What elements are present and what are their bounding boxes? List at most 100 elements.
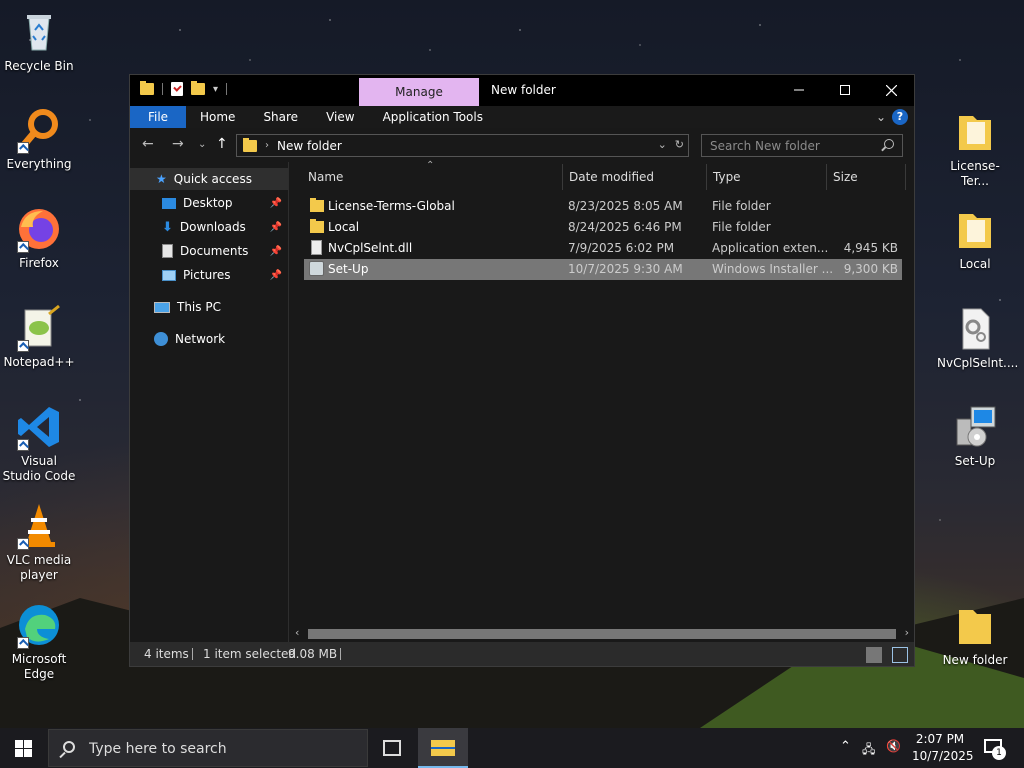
desktop-icon-recycle-bin[interactable]: Recycle Bin: [1, 8, 77, 74]
desktop-icon-edge[interactable]: Microsoft Edge: [1, 601, 77, 682]
column-header-date[interactable]: Date modified: [569, 170, 654, 184]
nav-item-this-pc[interactable]: This PC: [130, 296, 288, 318]
table-row[interactable]: NvCplSelnt.dll 7/9/2025 6:02 PM Applicat…: [304, 238, 902, 259]
scroll-right-icon[interactable]: ›: [905, 626, 909, 639]
nav-item-pictures[interactable]: Pictures 📌: [130, 264, 288, 286]
breadcrumb-new-folder[interactable]: New folder: [277, 139, 342, 153]
nav-item-desktop[interactable]: Desktop 📌: [130, 192, 288, 214]
customize-toolbar-dropdown-icon[interactable]: ▾: [213, 84, 218, 95]
taskbar-file-explorer-button[interactable]: [418, 728, 468, 768]
pin-icon[interactable]: 📌: [270, 198, 282, 209]
file-type: File folder: [712, 220, 771, 234]
desktop-icon-label: New folder: [942, 653, 1008, 667]
breadcrumb-chevron-icon[interactable]: ›: [265, 140, 269, 151]
help-icon[interactable]: ?: [892, 109, 908, 125]
desktop-icon-vscode[interactable]: Visual Studio Code: [1, 403, 77, 484]
forward-arrow-icon[interactable]: →: [172, 136, 184, 152]
maximize-icon: [840, 85, 850, 95]
column-divider[interactable]: [826, 164, 827, 190]
pin-icon[interactable]: 📌: [270, 222, 282, 233]
dll-file-icon: [951, 305, 999, 353]
volume-muted-icon[interactable]: 🔇: [886, 739, 901, 753]
minimize-button[interactable]: [776, 75, 822, 105]
desktop-icon-notepadpp[interactable]: Notepad++: [1, 304, 77, 370]
taskbar-search-input[interactable]: [89, 739, 349, 759]
nav-item-label: Network: [175, 332, 226, 346]
back-arrow-icon[interactable]: ←: [142, 136, 154, 152]
recycle-bin-icon: [15, 8, 63, 56]
new-folder-icon[interactable]: [191, 81, 205, 95]
recent-locations-chevron-icon[interactable]: ⌄: [198, 139, 206, 150]
desktop-icon-setup[interactable]: Set-Up: [937, 403, 1013, 469]
column-divider[interactable]: [706, 164, 707, 190]
column-divider[interactable]: [905, 164, 906, 190]
ribbon-controls: ⌄ ?: [876, 109, 908, 125]
sort-ascending-icon: ⌃: [426, 160, 435, 171]
tab-share[interactable]: Share: [249, 106, 312, 128]
task-view-icon[interactable]: [383, 740, 401, 756]
search-input[interactable]: [702, 135, 872, 156]
scroll-left-icon[interactable]: ‹: [295, 626, 299, 639]
table-row-selected[interactable]: Set-Up 10/7/2025 9:30 AM Windows Install…: [304, 259, 902, 280]
desktop-icon-dll-file[interactable]: NvCplSelnt....: [937, 305, 1018, 371]
file-name: NvCplSelnt.dll: [328, 241, 413, 255]
nav-item-label: Pictures: [183, 268, 231, 282]
network-status-icon[interactable]: 🖧: [862, 740, 875, 761]
horizontal-scrollbar[interactable]: ‹ ›: [290, 625, 914, 642]
system-clock[interactable]: 2:07 PM 10/7/2025: [912, 731, 974, 765]
desktop-icon-label: Everything: [6, 157, 72, 171]
download-arrow-icon: ⬇: [162, 219, 173, 235]
desktop-icon-local-folder[interactable]: Local: [937, 206, 1013, 272]
nav-item-downloads[interactable]: ⬇ Downloads 📌: [130, 216, 288, 238]
column-divider[interactable]: [562, 164, 563, 190]
tab-manage[interactable]: Manage: [359, 78, 479, 106]
search-box[interactable]: [701, 134, 903, 157]
nav-item-quick-access[interactable]: ★ Quick access: [130, 168, 288, 190]
windows-start-icon[interactable]: [15, 740, 33, 757]
tab-view[interactable]: View: [312, 106, 368, 128]
properties-icon[interactable]: [171, 82, 183, 96]
show-hidden-icons-chevron-icon[interactable]: ⌃: [840, 739, 851, 754]
desktop-icon-license-folder[interactable]: License-Ter...: [937, 108, 1013, 189]
large-icons-view-icon[interactable]: [892, 647, 908, 663]
desktop-icon-new-folder[interactable]: New folder: [937, 602, 1013, 668]
scroll-thumb[interactable]: [308, 629, 896, 639]
file-name: Local: [328, 220, 360, 234]
up-arrow-icon[interactable]: ↑: [216, 136, 228, 152]
nav-item-network[interactable]: Network: [130, 328, 288, 350]
tab-application-tools[interactable]: Application Tools: [369, 106, 497, 128]
address-history-chevron-icon[interactable]: ⌄: [658, 138, 667, 151]
expand-ribbon-chevron-icon[interactable]: ⌄: [876, 110, 886, 124]
table-row[interactable]: License-Terms-Global 8/23/2025 8:05 AM F…: [304, 196, 902, 217]
nav-item-label: Downloads: [179, 220, 246, 234]
maximize-button[interactable]: [822, 75, 868, 105]
desktop-icon-everything[interactable]: Everything: [1, 106, 77, 172]
tab-file[interactable]: File: [130, 106, 186, 128]
tab-home[interactable]: Home: [186, 106, 249, 128]
desktop-icon-vlc[interactable]: VLC media player: [1, 502, 77, 583]
network-icon: [154, 332, 168, 346]
refresh-icon[interactable]: ↻: [675, 138, 684, 151]
nav-item-documents[interactable]: Documents 📌: [130, 240, 288, 262]
file-type: Application exten...: [712, 241, 829, 255]
window-controls: [776, 75, 914, 105]
star-icon: ★: [156, 172, 167, 186]
documents-icon: [162, 244, 173, 258]
pin-icon[interactable]: 📌: [270, 246, 282, 257]
navigation-pane: ★ Quick access Desktop 📌 ⬇ Downloads 📌 D…: [130, 162, 289, 642]
close-button[interactable]: [868, 75, 914, 105]
taskbar-search-box[interactable]: [48, 729, 368, 767]
desktop-icon-firefox[interactable]: Firefox: [1, 205, 77, 271]
column-header-size[interactable]: Size: [833, 170, 858, 184]
details-view-icon[interactable]: [866, 647, 882, 663]
title-bar: ▾ Manage New folder: [130, 75, 914, 106]
quick-access-toolbar: ▾: [140, 81, 228, 96]
column-header-name[interactable]: Name: [308, 170, 343, 184]
address-bar[interactable]: › New folder ⌄ ↻: [236, 134, 689, 157]
notepadpp-icon: [15, 304, 63, 352]
pin-icon[interactable]: 📌: [270, 270, 282, 281]
column-header-type[interactable]: Type: [713, 170, 741, 184]
table-row[interactable]: Local 8/24/2025 6:46 PM File folder: [304, 217, 902, 238]
file-type: File folder: [712, 199, 771, 213]
file-date: 10/7/2025 9:30 AM: [568, 262, 683, 276]
